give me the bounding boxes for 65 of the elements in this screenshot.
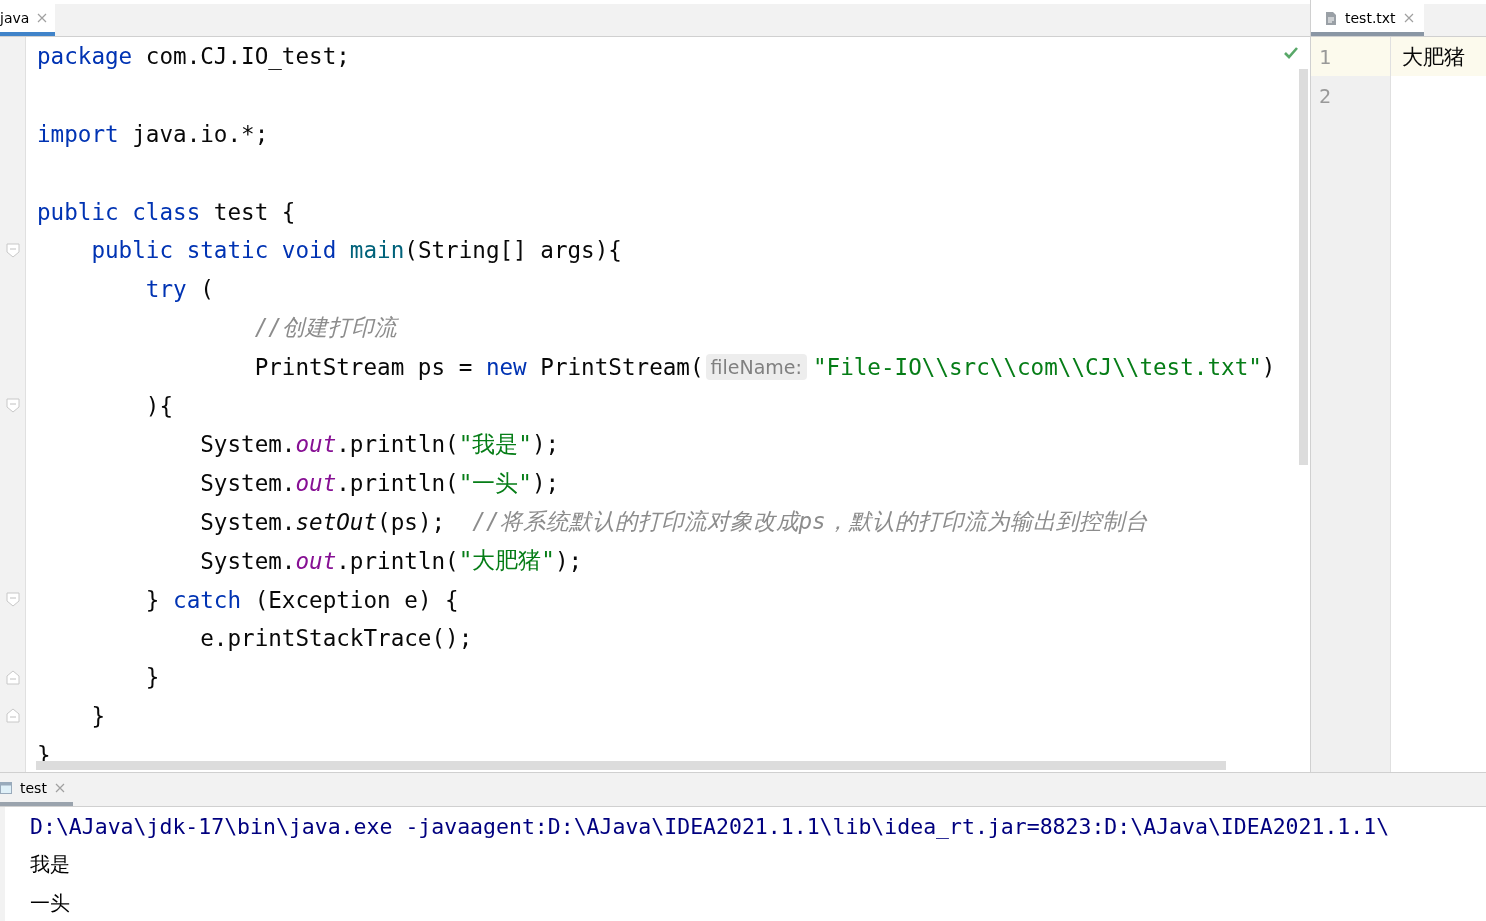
code-token: (	[199, 276, 214, 303]
editor-tab[interactable]: test.txt	[1311, 4, 1424, 36]
check-icon	[1284, 47, 1298, 59]
code-token: );	[531, 431, 560, 458]
line-number: 2	[1319, 83, 1332, 108]
code-token: "大肥猪"	[458, 546, 555, 576]
code-token: );	[531, 470, 560, 497]
line-number: 1	[1319, 44, 1332, 69]
code-token: (ps);	[377, 508, 447, 535]
code-token: "我是"	[458, 429, 532, 459]
fold-icon[interactable]	[5, 592, 20, 608]
scrollbar[interactable]	[36, 761, 1226, 770]
code-token: (String[] args){	[404, 237, 622, 264]
fold-icon[interactable]	[5, 242, 20, 258]
code-token: "一头"	[458, 468, 532, 498]
code-token: main	[348, 237, 405, 264]
close-icon[interactable]	[37, 13, 48, 23]
editor-tab[interactable]: java	[0, 4, 56, 36]
code-token: com.CJ.IO_test;	[144, 43, 350, 70]
parameter-hint: fileName:	[705, 353, 807, 380]
code-token: )	[1261, 353, 1276, 380]
code-token: .println(	[336, 470, 459, 497]
code-token: PrintStream ps =	[253, 353, 474, 380]
code-token: out	[295, 431, 337, 458]
console-line: 我是	[30, 851, 71, 879]
code-token: out	[295, 547, 337, 574]
code-token: import	[37, 121, 119, 147]
code-token: package	[37, 43, 133, 70]
code-token: setOut	[295, 508, 378, 535]
code-token: new	[485, 353, 527, 380]
code-token: .println(	[336, 431, 459, 458]
code-token: "File-IO\\src\\com\\CJ\\test.txt"	[812, 353, 1262, 380]
console-icon	[0, 781, 12, 794]
fold-icon[interactable]	[5, 669, 20, 685]
code-token: }	[144, 586, 161, 613]
code-token: //将系统默认的打印流对象改成ps，默认的打印流为输出到控制台	[472, 507, 1148, 537]
code-token: System.	[199, 547, 296, 574]
code-token: System.	[199, 508, 296, 535]
code-token: out	[295, 470, 337, 497]
text-file-icon	[1325, 10, 1337, 26]
code-token: System.	[199, 470, 296, 497]
code-token: catch	[173, 586, 242, 613]
code-token: System.	[199, 431, 296, 458]
code-token: (Exception e) {	[253, 586, 459, 613]
console-line: 一头	[30, 889, 71, 917]
console-line: D:\AJava\jdk-17\bin\java.exe -javaagent:D:\AJava\IDEA2021.1.1\lib\idea_rt.jar=8823:D:\AJava\IDEA2021.1.1\	[30, 812, 1391, 841]
code-token: }	[90, 702, 105, 729]
file-text: 大肥猪	[1402, 43, 1465, 71]
code-token: public class	[37, 198, 201, 225]
code-token: );	[554, 547, 583, 574]
scrollbar[interactable]	[1299, 69, 1308, 465]
code-token: java.io.*;	[131, 121, 269, 147]
code-token: }	[144, 664, 160, 691]
code-token: try	[144, 276, 187, 303]
code-token: test {	[212, 198, 296, 225]
code-token: //创建打印流	[253, 313, 397, 343]
close-icon[interactable]	[54, 782, 65, 793]
code-token: e.printStackTrace();	[199, 625, 473, 652]
fold-icon[interactable]	[5, 708, 20, 724]
code-token: ){	[144, 392, 174, 419]
code-token: .println(	[336, 547, 459, 574]
code-token: PrintStream(	[539, 353, 704, 380]
close-icon[interactable]	[1403, 13, 1414, 23]
code-token: public static void	[90, 237, 337, 264]
fold-icon[interactable]	[5, 398, 20, 414]
